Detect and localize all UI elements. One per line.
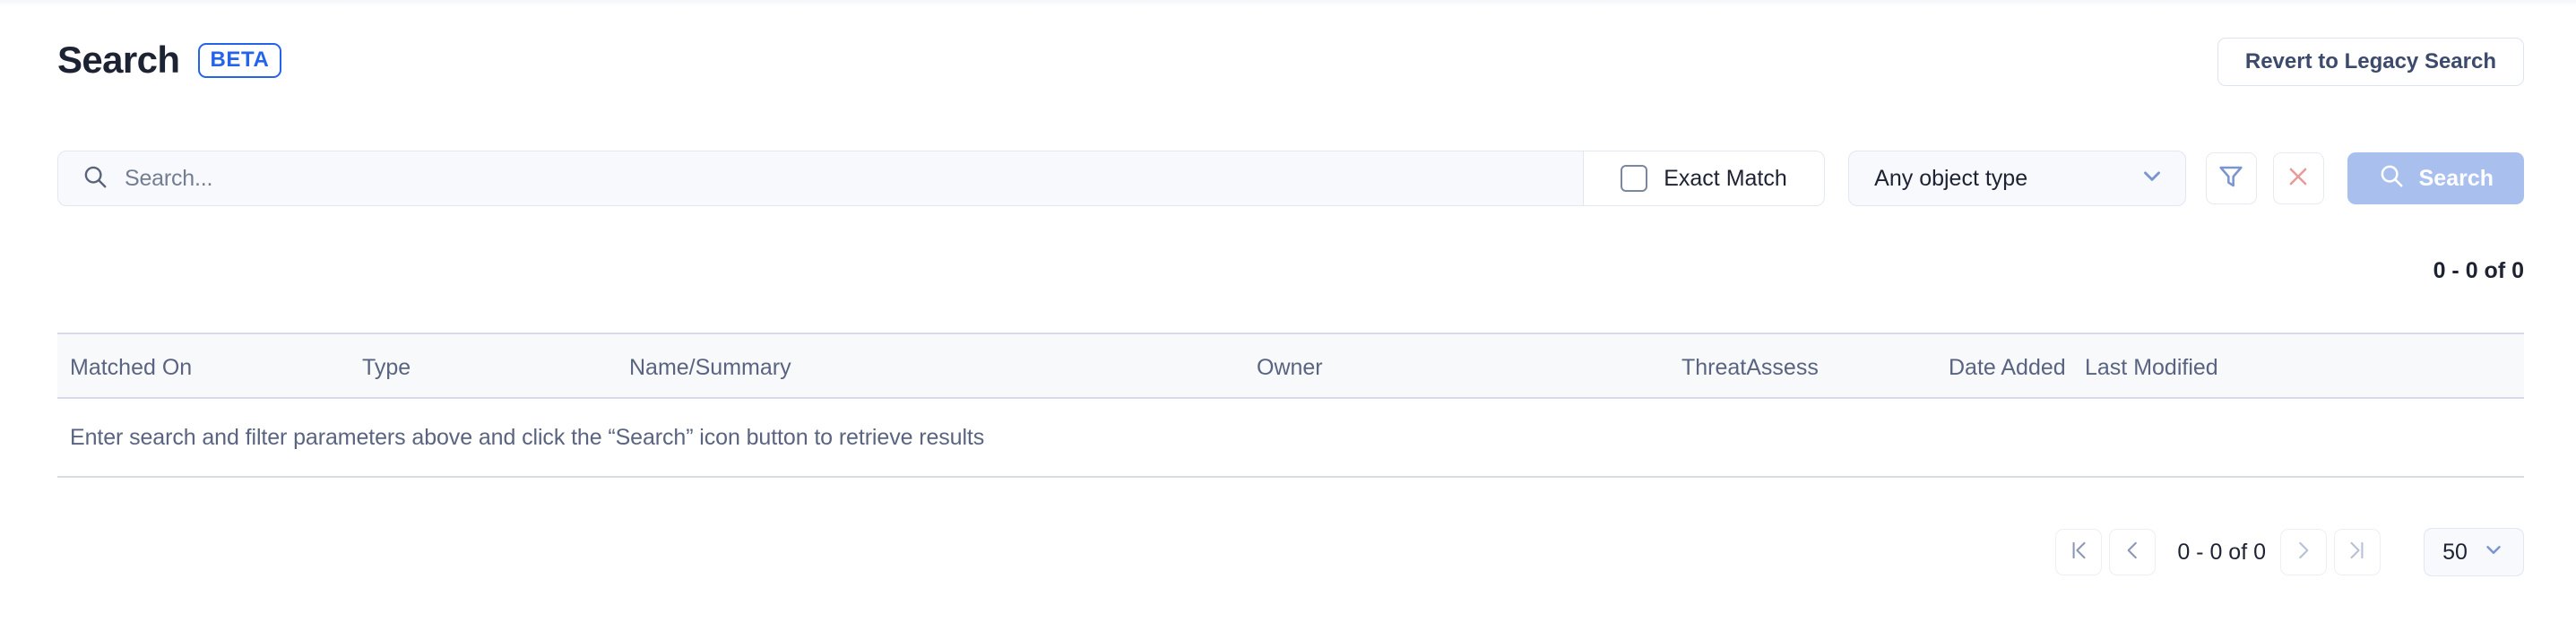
exact-match-label: Exact Match bbox=[1664, 165, 1787, 191]
search-button-label: Search bbox=[2418, 165, 2494, 191]
page-size-select[interactable]: 50 bbox=[2424, 528, 2524, 576]
table-header-row: Matched On Type Name/Summary Owner Threa… bbox=[57, 333, 2524, 399]
search-icon bbox=[82, 163, 108, 194]
prev-page-icon bbox=[2121, 539, 2144, 566]
column-header-type[interactable]: Type bbox=[362, 334, 411, 401]
search-button-icon bbox=[2378, 162, 2405, 195]
top-accent-strip bbox=[0, 0, 2576, 6]
pagination-range: 0 - 0 of 0 bbox=[2177, 539, 2266, 565]
revert-to-legacy-search-button[interactable]: Revert to Legacy Search bbox=[2217, 38, 2524, 86]
column-header-matched-on[interactable]: Matched On bbox=[70, 334, 192, 401]
page-header: Search BETA Revert to Legacy Search bbox=[0, 32, 2576, 88]
next-page-button[interactable] bbox=[2280, 529, 2327, 575]
object-type-value: Any object type bbox=[1874, 165, 2028, 191]
clear-button[interactable] bbox=[2272, 152, 2324, 204]
first-page-button[interactable] bbox=[2055, 529, 2103, 575]
last-page-icon bbox=[2346, 539, 2369, 566]
column-header-threatassess[interactable]: ThreatAssess bbox=[1681, 334, 1819, 401]
object-type-select[interactable]: Any object type bbox=[1848, 151, 2186, 206]
search-submit-button[interactable]: Search bbox=[2347, 152, 2525, 204]
results-count-top: 0 - 0 of 0 bbox=[2433, 258, 2524, 283]
filter-button[interactable] bbox=[2205, 152, 2257, 204]
column-header-name-summary[interactable]: Name/Summary bbox=[629, 334, 791, 401]
filter-funnel-icon bbox=[2217, 162, 2245, 195]
exact-match-checkbox[interactable]: Exact Match bbox=[1583, 151, 1826, 206]
search-controls-row: Search... Exact Match Any object type Se… bbox=[57, 151, 2525, 206]
beta-badge: BETA bbox=[197, 42, 282, 78]
pagination-bar: 0 - 0 of 0 50 bbox=[2055, 528, 2524, 576]
page-title: Search bbox=[57, 39, 180, 81]
column-header-date-added[interactable]: Date Added bbox=[1949, 334, 2066, 401]
search-input-wrapper[interactable]: Search... bbox=[57, 151, 1584, 206]
results-table: Matched On Type Name/Summary Owner Threa… bbox=[57, 333, 2524, 478]
column-header-owner[interactable]: Owner bbox=[1257, 334, 1323, 401]
page-size-value: 50 bbox=[2442, 539, 2468, 565]
column-header-last-modified[interactable]: Last Modified bbox=[2085, 334, 2218, 401]
empty-state-message: Enter search and filter parameters above… bbox=[70, 424, 985, 450]
last-page-button[interactable] bbox=[2334, 529, 2381, 575]
first-page-icon bbox=[2067, 539, 2090, 566]
prev-page-button[interactable] bbox=[2109, 529, 2157, 575]
title-group: Search BETA bbox=[57, 32, 282, 88]
table-empty-row: Enter search and filter parameters above… bbox=[57, 399, 2524, 478]
chevron-down-icon bbox=[2139, 162, 2165, 195]
close-x-icon bbox=[2285, 163, 2312, 194]
chevron-down-icon bbox=[2482, 538, 2505, 567]
next-page-icon bbox=[2292, 539, 2315, 566]
search-input-placeholder: Search... bbox=[125, 165, 213, 191]
checkbox-box[interactable] bbox=[1621, 165, 1648, 192]
